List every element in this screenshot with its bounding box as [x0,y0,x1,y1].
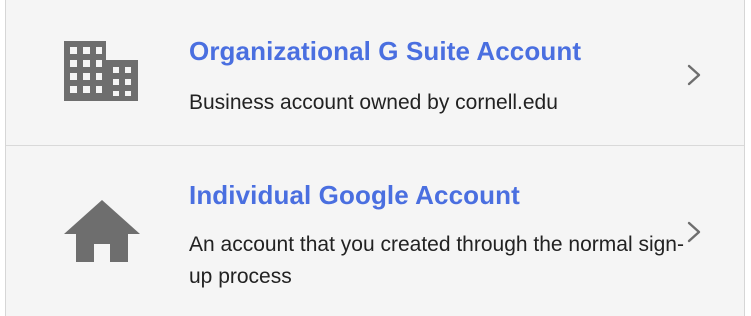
chevron-right-icon[interactable] [686,221,702,243]
account-type-list: Organizational G Suite Account Business … [5,0,745,316]
organizational-account-description: Business account owned by cornell.edu [189,91,558,114]
individual-account-description: An account that you created through the … [189,233,684,288]
organizational-account-title[interactable]: Organizational G Suite Account [189,36,581,67]
individual-account-option[interactable]: Individual Google Account An account tha… [6,146,744,316]
chevron-right-icon[interactable] [686,64,702,86]
home-icon [56,194,146,274]
organizational-account-option[interactable]: Organizational G Suite Account Business … [6,0,744,146]
individual-account-title[interactable]: Individual Google Account [189,180,520,211]
building-icon [56,36,146,116]
